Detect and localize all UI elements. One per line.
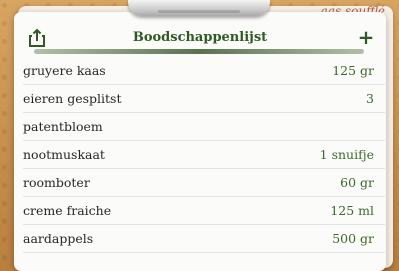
title-underline	[34, 49, 364, 54]
item-quantity: 3	[366, 91, 374, 106]
item-name: roomboter	[23, 175, 90, 190]
page-title: Boodschappenlijst	[132, 30, 268, 45]
plus-icon[interactable]: +	[356, 25, 376, 49]
item-name: gruyere kaas	[23, 63, 106, 78]
item-quantity: 125 gr	[332, 63, 374, 78]
list-item[interactable]: roomboter 60 gr	[23, 169, 385, 197]
item-quantity: 125 ml	[330, 203, 374, 218]
item-name: eieren gesplitst	[23, 91, 122, 106]
item-quantity: 60 gr	[340, 175, 374, 190]
item-name: nootmuskaat	[23, 147, 105, 162]
item-name: patentbloem	[23, 119, 103, 134]
list-item[interactable]: eieren gesplitst 3	[23, 85, 385, 113]
list-item[interactable]: aardappels 500 gr	[23, 225, 385, 253]
list-item[interactable]: nootmuskaat 1 snuifje	[23, 141, 385, 169]
item-name: aardappels	[23, 231, 94, 246]
list-item[interactable]: patentbloem	[23, 113, 385, 141]
shopping-list-sheet: Boodschappenlijst + gruyere kaas 125 gr …	[14, 12, 386, 271]
item-quantity: 500 gr	[332, 231, 374, 246]
clipboard-clip	[128, 0, 270, 16]
list-item[interactable]: creme fraiche 125 ml	[23, 197, 385, 225]
shopping-list: gruyere kaas 125 gr eieren gesplitst 3 p…	[23, 57, 385, 253]
list-item[interactable]: gruyere kaas 125 gr	[23, 57, 385, 85]
item-quantity: 1 snuifje	[319, 147, 374, 162]
item-name: creme fraiche	[23, 203, 112, 218]
